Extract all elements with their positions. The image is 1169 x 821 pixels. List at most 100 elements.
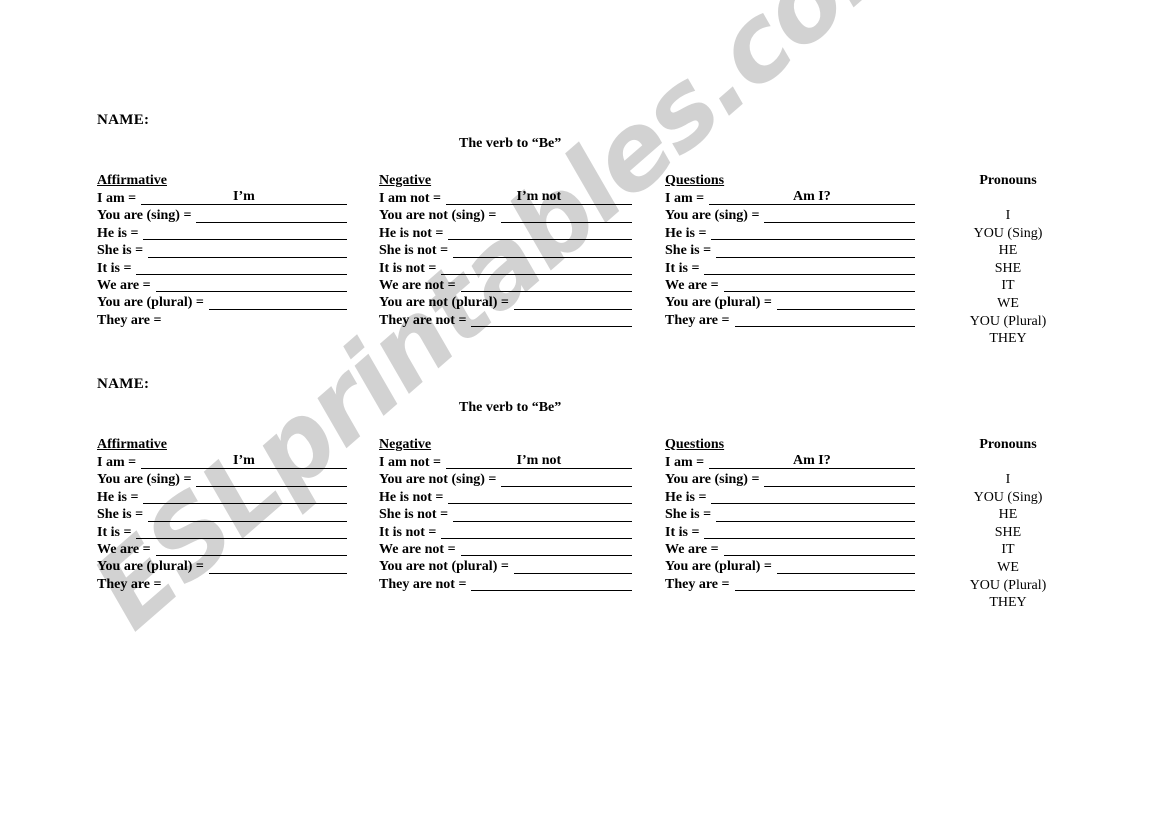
row-prompt: They are = xyxy=(97,576,162,592)
form-row: We are = xyxy=(97,541,347,558)
answer-blank[interactable] xyxy=(716,243,915,258)
form-row: You are (sing) = xyxy=(97,471,347,488)
form-row: I am = Am I? xyxy=(665,188,915,207)
row-prompt: I am not = xyxy=(379,191,442,206)
form-row: It is not = xyxy=(379,524,632,541)
row-prompt: We are = xyxy=(665,277,719,293)
answer-blank[interactable] xyxy=(471,312,632,328)
answer-blank[interactable] xyxy=(441,260,632,275)
row-prompt: It is not = xyxy=(379,524,437,540)
row-prompt: It is = xyxy=(665,524,700,540)
prefilled-answer: Am I? xyxy=(793,188,831,204)
answer-blank[interactable] xyxy=(156,277,347,293)
answer-blank[interactable] xyxy=(148,507,347,522)
answer-blank[interactable] xyxy=(777,559,915,574)
row-prompt: He is = xyxy=(97,489,139,505)
form-row: It is = xyxy=(665,260,915,277)
answer-blank[interactable] xyxy=(724,541,915,557)
answer-blank[interactable] xyxy=(704,260,915,275)
pronouns-column: Pronouns I YOU (Sing) HE SHE IT WE YOU (Plural)… xyxy=(935,436,1081,612)
answer-blank[interactable] xyxy=(448,225,632,241)
name-label: NAME: xyxy=(97,376,150,392)
answer-blank[interactable] xyxy=(461,277,632,293)
answer-blank[interactable] xyxy=(441,524,632,539)
form-row: You are (plural) = xyxy=(97,294,347,311)
answer-blank[interactable] xyxy=(777,295,915,310)
answer-blank[interactable] xyxy=(196,208,347,223)
name-label: NAME: xyxy=(97,112,150,128)
form-row: I am = I’m xyxy=(97,453,347,471)
row-prompt: She is = xyxy=(97,243,144,259)
answer-blank[interactable] xyxy=(453,507,632,522)
answer-blank[interactable] xyxy=(711,225,915,241)
row-prompt: It is = xyxy=(97,524,132,540)
answer-blank[interactable] xyxy=(735,576,915,592)
row-prompt: You are not (plural) = xyxy=(379,295,509,311)
form-row: They are = xyxy=(97,576,347,593)
row-prompt: It is = xyxy=(665,260,700,276)
worksheet-page: ESLprintables.com NAME: The verb to “Be” A… xyxy=(0,0,1169,821)
row-prompt: He is = xyxy=(665,225,707,241)
row-prompt: I am = xyxy=(97,455,137,470)
pronoun-item: WE xyxy=(997,295,1019,311)
answer-blank[interactable] xyxy=(724,277,915,293)
form-row: They are not = xyxy=(379,576,632,593)
answer-blank[interactable] xyxy=(501,208,632,223)
column-header: Negative xyxy=(379,437,432,452)
answer-blank[interactable] xyxy=(196,472,347,487)
answer-blank[interactable] xyxy=(148,243,347,258)
answer-blank[interactable] xyxy=(764,472,915,487)
answer-blank[interactable] xyxy=(461,541,632,557)
form-row: It is = xyxy=(665,524,915,541)
answer-blank[interactable] xyxy=(735,312,915,328)
pronoun-item: YOU (Sing) xyxy=(973,225,1043,241)
answer-blank[interactable] xyxy=(136,524,347,539)
form-row: They are = xyxy=(665,576,915,593)
answer-blank[interactable] xyxy=(704,524,915,539)
pronoun-item: I xyxy=(1005,472,1011,487)
answer-blank[interactable] xyxy=(716,507,915,522)
answer-blank[interactable] xyxy=(514,295,632,310)
column-header: Affirmative xyxy=(97,437,167,452)
form-row: You are not (plural) = xyxy=(379,558,632,575)
form-row: I am not = I’m not xyxy=(379,189,632,207)
answer-blank[interactable] xyxy=(711,489,915,505)
row-prompt: They are not = xyxy=(379,576,467,592)
form-column-questions: Questions I am = Am I? You are (sing) = He i… xyxy=(665,172,915,329)
pronouns-column: Pronouns I YOU (Sing) HE SHE IT WE YOU (Plural)… xyxy=(935,172,1081,348)
answer-blank[interactable] xyxy=(448,489,632,505)
form-row: She is not = xyxy=(379,242,632,259)
row-prompt: You are (plural) = xyxy=(665,559,772,575)
answer-blank xyxy=(167,313,347,327)
row-prompt: They are = xyxy=(665,312,730,328)
column-header: Negative xyxy=(379,173,432,188)
form-row: It is = xyxy=(97,260,347,277)
row-prompt: She is = xyxy=(665,243,712,259)
form-row: They are = xyxy=(97,312,347,329)
answer-blank[interactable] xyxy=(209,295,347,310)
pronoun-item: SHE xyxy=(994,260,1022,276)
answer-blank[interactable] xyxy=(501,472,632,487)
answer-blank[interactable] xyxy=(764,208,915,223)
answer-blank[interactable] xyxy=(209,559,347,574)
answer-blank[interactable] xyxy=(136,260,347,275)
row-prompt: You are not (plural) = xyxy=(379,559,509,575)
row-prompt: They are = xyxy=(665,576,730,592)
prefilled-answer: I’m not xyxy=(516,452,562,468)
form-row: He is = xyxy=(97,489,347,506)
pronouns-header: Pronouns xyxy=(979,437,1037,452)
form-row: You are (sing) = xyxy=(97,207,347,224)
answer-blank[interactable] xyxy=(143,489,347,505)
answer-blank[interactable] xyxy=(514,559,632,574)
answer-blank xyxy=(167,577,347,591)
answer-blank[interactable] xyxy=(143,225,347,241)
answer-blank[interactable] xyxy=(471,576,632,592)
row-prompt: I am not = xyxy=(379,455,442,470)
row-prompt: They are = xyxy=(97,312,162,328)
answer-blank[interactable] xyxy=(453,243,632,258)
row-prompt: You are not (sing) = xyxy=(379,208,497,224)
answer-blank[interactable] xyxy=(156,541,347,557)
form-row: He is not = xyxy=(379,225,632,242)
row-prompt: He is not = xyxy=(379,225,444,241)
row-prompt: You are (sing) = xyxy=(97,472,192,488)
